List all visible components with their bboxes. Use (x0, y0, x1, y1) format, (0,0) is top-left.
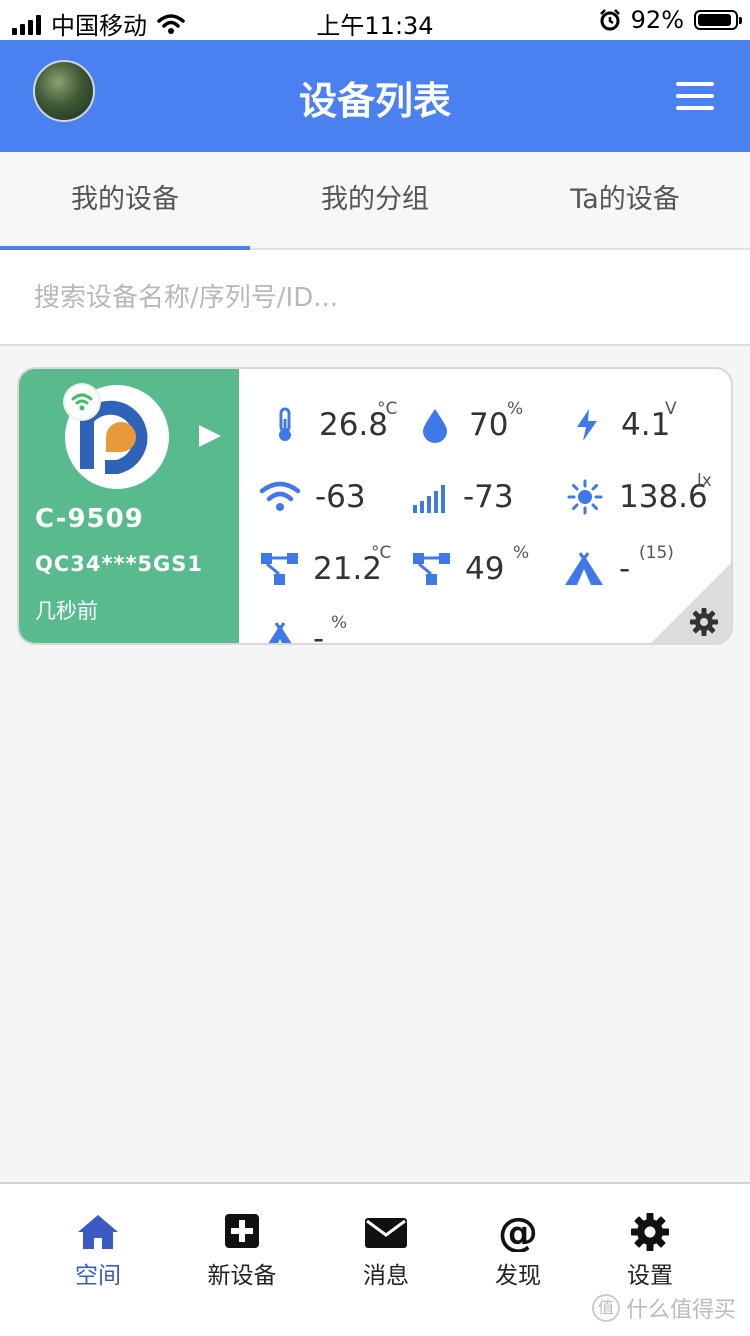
hamburger-icon[interactable] (676, 82, 714, 110)
metric-unit: % (513, 543, 530, 563)
tab-ta-devices[interactable]: Ta的设备 (500, 152, 750, 248)
bottom-nav: 空间 新设备 消息 @ 发现 设置 值 什么值得买 (0, 1182, 750, 1336)
nav-new-device[interactable]: 新设备 (182, 1212, 302, 1290)
nav-label: 设置 (627, 1263, 673, 1289)
metric-unit: % (507, 399, 524, 419)
metric-value: - (313, 621, 325, 645)
metric-value: - (619, 551, 631, 587)
device-card-side: C-9509 QC34***5GS1 几秒前 (19, 369, 239, 643)
metric-value: -63 (315, 479, 366, 515)
metric-value: 138.6 (619, 479, 708, 515)
metric-value: 49 (465, 551, 505, 587)
battery-icon (694, 10, 742, 30)
device-serial: QC34***5GS1 (35, 552, 204, 576)
tab-bar: 我的设备 我的分组 Ta的设备 (0, 152, 750, 250)
tab-my-devices[interactable]: 我的设备 (0, 152, 250, 250)
lightning-icon (577, 409, 597, 441)
app-header: 设备列表 (0, 40, 750, 152)
device-name: C-9509 (35, 504, 144, 534)
nav-space[interactable]: 空间 (38, 1212, 158, 1290)
nav-settings[interactable]: 设置 (590, 1212, 710, 1290)
page-title: 设备列表 (298, 79, 451, 123)
wifi-online-icon (65, 385, 99, 419)
plus-square-icon (225, 1214, 259, 1248)
alarm-icon (599, 9, 620, 31)
gear-icon (631, 1213, 669, 1251)
tent-icon (268, 622, 292, 643)
nav-label: 新设备 (207, 1263, 277, 1289)
envelope-icon (365, 1218, 407, 1248)
metric-unit: lx (697, 471, 712, 491)
at-icon: @ (498, 1212, 538, 1252)
device-updated: 几秒前 (35, 599, 98, 623)
network-probe-icon (413, 553, 450, 585)
status-bar: 中国移动 上午11:34 92% (0, 0, 750, 40)
nav-label: 消息 (363, 1263, 409, 1289)
metric-unit: °C (371, 543, 392, 563)
play-arrow-icon[interactable] (199, 425, 221, 447)
home-icon (78, 1215, 118, 1249)
sun-icon (567, 479, 603, 515)
watermark: 值 什么值得买 (591, 1292, 736, 1324)
nav-discover[interactable]: @ 发现 (458, 1212, 578, 1290)
device-settings-gear-icon[interactable] (689, 607, 719, 637)
humidity-drop-icon (423, 409, 447, 443)
network-probe-icon (261, 553, 298, 585)
metric-unit: °C (377, 399, 398, 419)
metric-value: -73 (463, 479, 514, 515)
wifi-icon (259, 481, 301, 511)
signal-bars-icon (413, 485, 445, 513)
tent-icon (565, 552, 603, 585)
watermark-logo-icon: 值 (591, 1294, 620, 1322)
nav-label: 发现 (495, 1263, 541, 1289)
nav-label: 空间 (75, 1263, 121, 1289)
metric-value: 4.1 (621, 407, 671, 443)
device-card[interactable]: C-9509 QC34***5GS1 几秒前 26.8 °C 70 % 4.1 … (17, 367, 733, 645)
tab-my-groups[interactable]: 我的分组 (250, 152, 500, 248)
svg-text:@: @ (498, 1212, 538, 1252)
metric-unit: V (665, 399, 677, 419)
search-input[interactable] (32, 272, 716, 324)
metric-unit: % (331, 613, 348, 633)
watermark-text: 什么值得买 (625, 1298, 736, 1323)
thermometer-icon (279, 407, 291, 441)
metric-unit: (15) (639, 543, 674, 563)
metric-value: 70 (469, 407, 509, 443)
search-bar (0, 250, 750, 346)
battery-percent: 92% (630, 6, 684, 34)
nav-messages[interactable]: 消息 (326, 1212, 446, 1290)
